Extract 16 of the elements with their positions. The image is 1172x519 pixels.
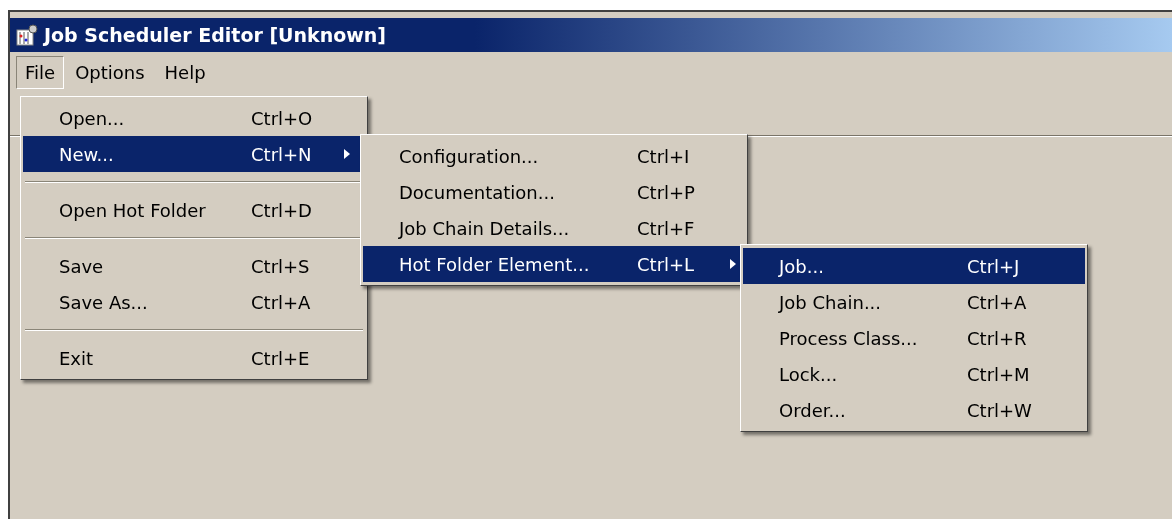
menu-item[interactable]: Documentation... Ctrl+P (363, 174, 745, 210)
menu-item[interactable]: Job Chain... Ctrl+A (743, 284, 1085, 320)
menu-item[interactable]: Order... Ctrl+W (743, 392, 1085, 428)
menu-item[interactable]: Exit Ctrl+E (23, 340, 365, 376)
menu-item[interactable]: Lock... Ctrl+M (743, 356, 1085, 392)
menu-item[interactable]: Save As... Ctrl+A (23, 284, 365, 320)
menu-item[interactable]: Configuration... Ctrl+I (363, 138, 745, 174)
menu-bar-item[interactable]: Options (66, 55, 154, 89)
menu-item[interactable]: Job... Ctrl+J (743, 248, 1085, 284)
menu-item[interactable]: Open... Ctrl+O (23, 100, 365, 136)
menu-bar-item[interactable]: Help (155, 55, 215, 89)
window-title: Job Scheduler Editor [Unknown] (44, 24, 387, 46)
menu-item[interactable]: Job Chain Details... Ctrl+F (363, 210, 745, 246)
menu-item[interactable]: Process Class... Ctrl+R (743, 320, 1085, 356)
menu-bar-item[interactable]: File (16, 55, 65, 89)
app-icon (16, 24, 38, 46)
